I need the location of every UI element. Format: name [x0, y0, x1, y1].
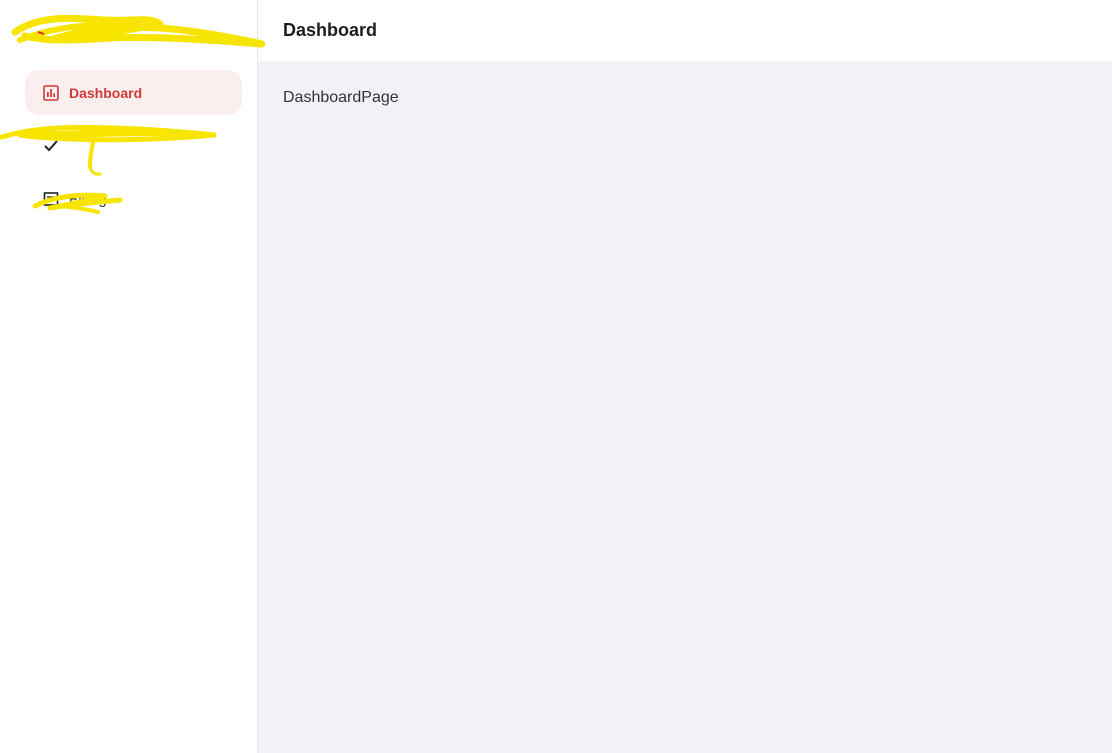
app-root: Dashboard Billing Dashboard DashboardPag… — [0, 0, 1112, 753]
sidebar-item-billing[interactable]: Billing — [25, 176, 242, 221]
sidebar-item-redacted[interactable] — [0, 123, 242, 176]
sidebar-item-dashboard[interactable]: Dashboard — [25, 70, 242, 115]
content-area: DashboardPage — [258, 61, 1112, 753]
brand-logo-redacted[interactable] — [10, 10, 265, 52]
sidebar-nav: Dashboard Billing — [0, 70, 242, 229]
redaction-scribble — [0, 125, 217, 176]
checkmark-icon — [42, 137, 59, 154]
redaction-scribble — [11, 14, 265, 48]
sidebar: Dashboard Billing — [0, 0, 265, 753]
bar-chart-icon — [42, 84, 59, 101]
receipt-icon — [42, 190, 59, 207]
main-area: Dashboard DashboardPage — [258, 0, 1112, 753]
sidebar-item-label: Billing — [69, 190, 107, 207]
page-content-text: DashboardPage — [283, 89, 399, 106]
page-title: Dashboard — [283, 20, 378, 40]
sidebar-item-label: Dashboard — [69, 84, 143, 101]
top-header: Dashboard — [258, 0, 1112, 61]
